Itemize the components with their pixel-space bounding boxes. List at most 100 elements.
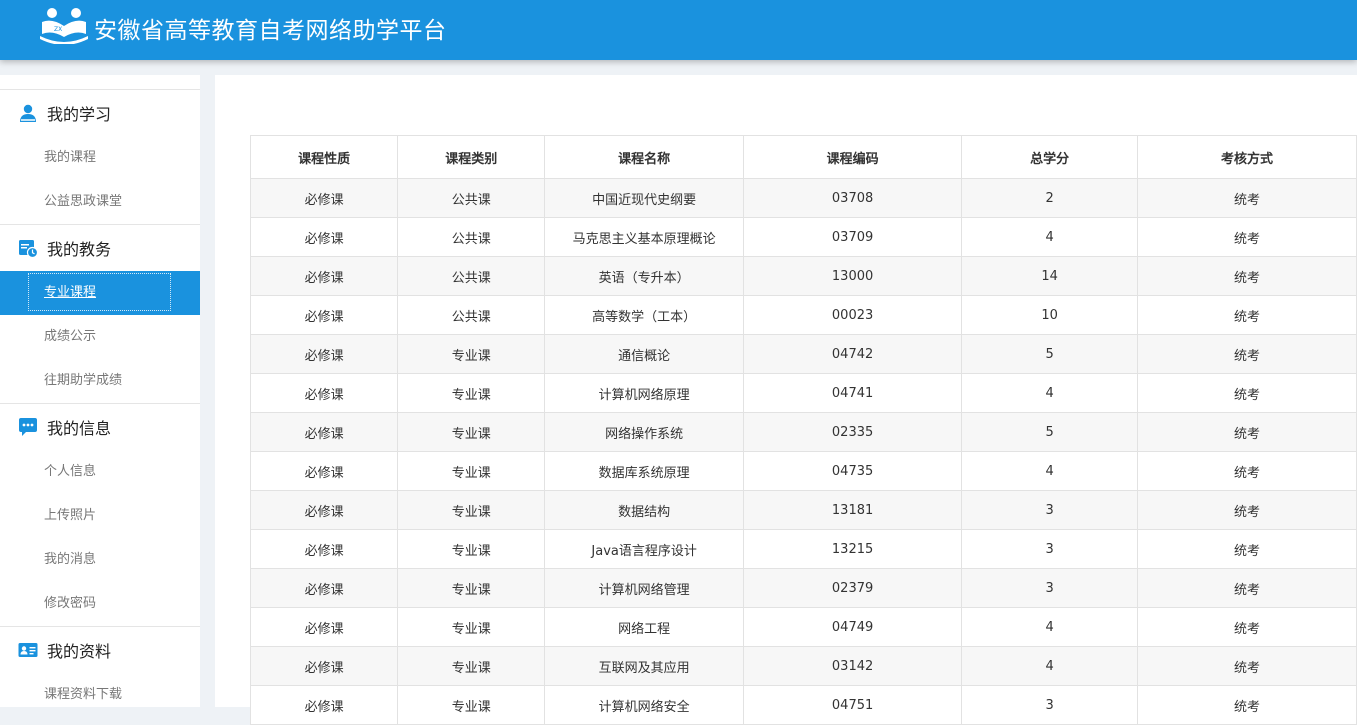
sidebar-group-materials: 我的资料 课程资料下载 [0, 626, 200, 707]
sidebar-item-score-notice[interactable]: 成绩公示 [0, 315, 200, 359]
cell-credits: 2 [961, 178, 1139, 218]
sidebar-item-personal-info[interactable]: 个人信息 [0, 450, 200, 494]
cell-category: 专业课 [397, 490, 546, 530]
cell-name: 中国近现代史纲要 [544, 178, 744, 218]
column-header-category: 课程类别 [397, 135, 546, 179]
top-header: ZX 安徽省高等教育自考网络助学平台 [0, 0, 1357, 60]
cell-name: 英语（专升本） [544, 256, 744, 296]
cell-credits: 5 [961, 334, 1139, 374]
sidebar-item-past-scores[interactable]: 往期助学成绩 [0, 359, 200, 403]
cell-category: 专业课 [397, 529, 546, 569]
table-row: 必修课 专业课 Java语言程序设计 13215 3 统考 [249, 529, 1357, 569]
cell-credits: 3 [961, 685, 1139, 725]
cell-code: 00023 [742, 295, 963, 335]
cell-credits: 3 [961, 568, 1139, 608]
cell-name: 通信概论 [544, 334, 744, 374]
sidebar-group-title-info[interactable]: 我的信息 [0, 404, 200, 450]
sidebar-item-upload-photo[interactable]: 上传照片 [0, 494, 200, 538]
sidebar-item-major-courses[interactable]: 专业课程 [0, 271, 200, 315]
cell-assessment: 统考 [1137, 529, 1357, 569]
cell-credits: 5 [961, 412, 1139, 452]
table-row: 必修课 专业课 数据结构 13181 3 统考 [249, 490, 1357, 530]
cell-credits: 4 [961, 217, 1139, 257]
table-row: 必修课 专业课 计算机网络管理 02379 3 统考 [249, 568, 1357, 608]
sidebar-group-title-materials[interactable]: 我的资料 [0, 627, 200, 673]
cell-nature: 必修课 [249, 373, 399, 413]
cell-assessment: 统考 [1137, 685, 1357, 725]
table-row: 必修课 专业课 计算机网络安全 04751 3 统考 [249, 685, 1357, 725]
cell-credits: 4 [961, 607, 1139, 647]
sidebar-group-label: 我的教务 [47, 240, 112, 259]
cell-category: 公共课 [397, 178, 546, 218]
cell-credits: 14 [961, 256, 1139, 296]
cell-nature: 必修课 [249, 217, 399, 257]
cell-code: 13181 [742, 490, 963, 530]
cell-assessment: 统考 [1137, 373, 1357, 413]
cell-name: 网络工程 [544, 607, 744, 647]
table-row: 必修课 公共课 高等数学（工本） 00023 10 统考 [249, 295, 1357, 335]
sidebar-item-public-class[interactable]: 公益思政课堂 [0, 180, 200, 224]
table-row: 必修课 专业课 互联网及其应用 03142 4 统考 [249, 646, 1357, 686]
sidebar-item-download-materials[interactable]: 课程资料下载 [0, 673, 200, 707]
calendar-clock-icon [19, 240, 38, 258]
course-table-body: 必修课 公共课 中国近现代史纲要 03708 2 统考 必修课 公共课 马克思主义基本原理概论 0… [249, 178, 1357, 725]
cell-category: 专业课 [397, 373, 546, 413]
sidebar-group-title-study[interactable]: 我的学习 [0, 90, 200, 136]
cell-nature: 必修课 [249, 178, 399, 218]
column-header-name: 课程名称 [544, 135, 744, 179]
cell-assessment: 统考 [1137, 490, 1357, 530]
column-header-code: 课程编码 [742, 135, 963, 179]
sidebar-group-label: 我的学习 [47, 105, 112, 124]
cell-name: 数据结构 [544, 490, 744, 530]
cell-code: 04735 [742, 451, 963, 491]
cell-credits: 4 [961, 373, 1139, 413]
user-icon [20, 104, 36, 122]
site-title: 安徽省高等教育自考网络助学平台 [94, 18, 447, 44]
cell-name: 网络操作系统 [544, 412, 744, 452]
cell-code: 04742 [742, 334, 963, 374]
cell-assessment: 统考 [1137, 295, 1357, 335]
cell-category: 专业课 [397, 607, 546, 647]
sidebar-item-my-messages[interactable]: 我的消息 [0, 538, 200, 582]
cell-nature: 必修课 [249, 529, 399, 569]
sidebar: 我的学习 我的课程 公益思政课堂 我的教务 专业课程 成绩公示 往期助学成绩 我… [0, 75, 200, 707]
cell-name: 计算机网络原理 [544, 373, 744, 413]
sidebar-group-study: 我的学习 我的课程 公益思政课堂 [0, 89, 200, 224]
table-row: 必修课 专业课 网络工程 04749 4 统考 [249, 607, 1357, 647]
cell-nature: 必修课 [249, 412, 399, 452]
cell-credits: 3 [961, 490, 1139, 530]
cell-assessment: 统考 [1137, 334, 1357, 374]
cell-assessment: 统考 [1137, 568, 1357, 608]
cell-nature: 必修课 [249, 685, 399, 725]
svg-text:ZX: ZX [54, 26, 62, 33]
reading-people-logo-icon: ZX [40, 8, 88, 44]
sidebar-group-label: 我的资料 [47, 642, 112, 661]
sidebar-item-my-courses[interactable]: 我的课程 [0, 136, 200, 180]
column-header-credits: 总学分 [961, 135, 1139, 179]
cell-category: 专业课 [397, 646, 546, 686]
course-table: 课程性质 课程类别 课程名称 课程编码 总学分 考核方式 必修课 公共课 中国近现代… [249, 135, 1357, 725]
sidebar-group-title-academic[interactable]: 我的教务 [0, 225, 200, 271]
chat-bubble-icon [19, 418, 37, 436]
cell-code: 02335 [742, 412, 963, 452]
cell-category: 公共课 [397, 295, 546, 335]
cell-name: 计算机网络安全 [544, 685, 744, 725]
cell-category: 专业课 [397, 685, 546, 725]
sidebar-item-change-password[interactable]: 修改密码 [0, 582, 200, 626]
cell-nature: 必修课 [249, 646, 399, 686]
cell-nature: 必修课 [249, 568, 399, 608]
table-row: 必修课 专业课 计算机网络原理 04741 4 统考 [249, 373, 1357, 413]
cell-code: 13000 [742, 256, 963, 296]
cell-nature: 必修课 [249, 451, 399, 491]
cell-category: 专业课 [397, 334, 546, 374]
cell-assessment: 统考 [1137, 178, 1357, 218]
cell-nature: 必修课 [249, 295, 399, 335]
cell-name: 计算机网络管理 [544, 568, 744, 608]
table-row: 必修课 专业课 网络操作系统 02335 5 统考 [249, 412, 1357, 452]
cell-code: 04749 [742, 607, 963, 647]
table-header-row: 课程性质 课程类别 课程名称 课程编码 总学分 考核方式 [249, 135, 1357, 179]
table-row: 必修课 公共课 英语（专升本） 13000 14 统考 [249, 256, 1357, 296]
cell-category: 专业课 [397, 568, 546, 608]
column-header-assessment: 考核方式 [1137, 135, 1357, 179]
cell-assessment: 统考 [1137, 412, 1357, 452]
